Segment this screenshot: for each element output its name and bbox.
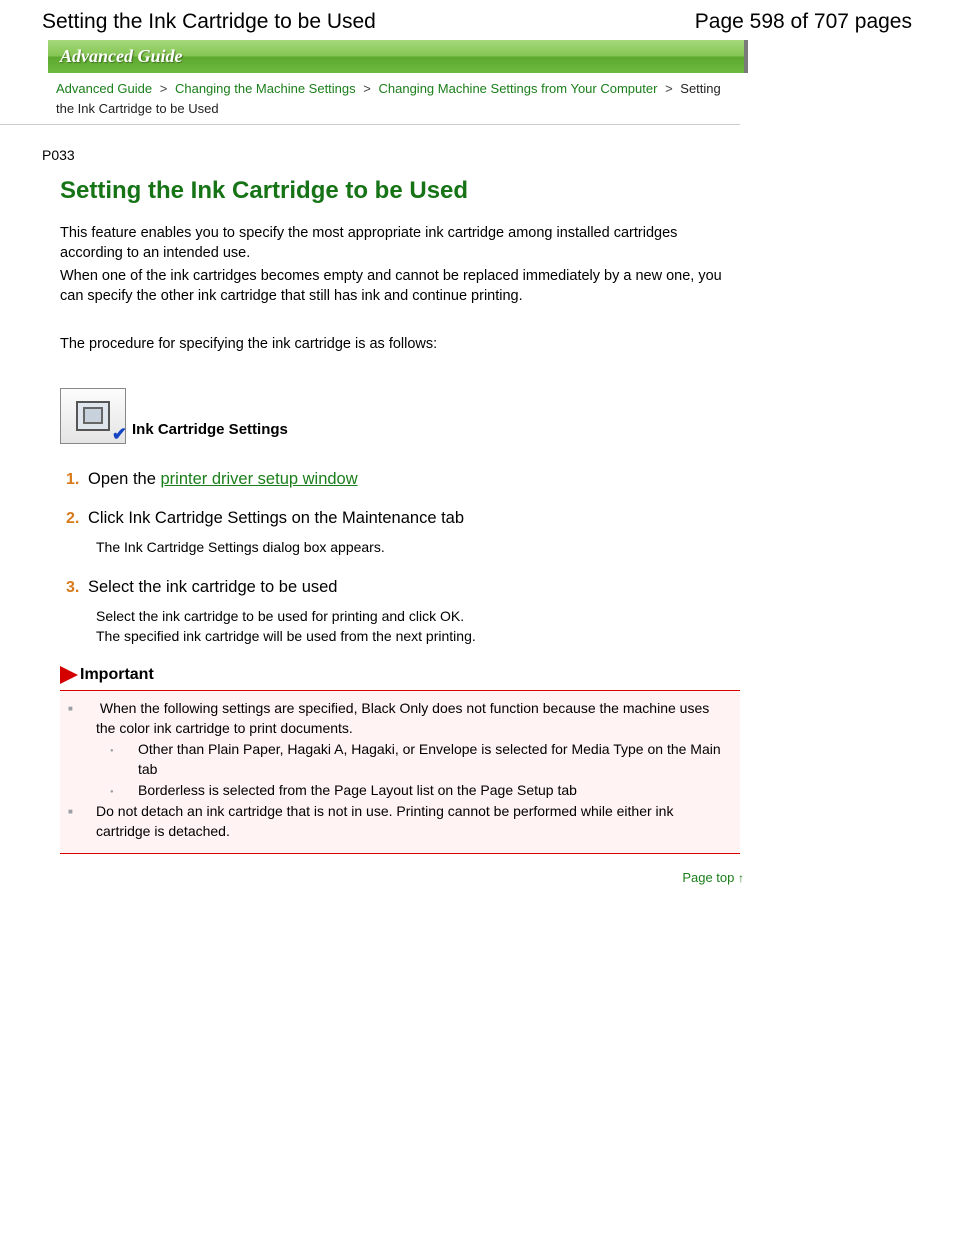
guide-banner-label: Advanced Guide: [60, 46, 182, 67]
intro-paragraph: When one of the ink cartridges becomes e…: [60, 266, 740, 307]
step-title-text: Open the: [88, 470, 160, 488]
step-body: The Ink Cartridge Settings dialog box ap…: [96, 538, 740, 558]
intro-paragraph: The procedure for specifying the ink car…: [60, 334, 740, 354]
up-arrow-icon: ↑: [738, 871, 744, 885]
icon-label: Ink Cartridge Settings: [132, 421, 288, 438]
step-2: 2. Click Ink Cartridge Settings on the M…: [66, 509, 740, 558]
guide-banner: Advanced Guide: [48, 40, 748, 73]
breadcrumb-separator: >: [160, 81, 168, 96]
document-title: Setting the Ink Cartridge to be Used: [42, 10, 376, 34]
page-number: Page 598 of 707 pages: [695, 10, 912, 34]
important-flag-icon: [60, 666, 78, 684]
step-number: 3.: [66, 579, 88, 597]
important-bullet: Do not detach an ink cartridge that is n…: [82, 802, 730, 841]
step-3: 3. Select the ink cartridge to be used S…: [66, 578, 740, 646]
important-box: When the following settings are specifie…: [60, 690, 740, 854]
step-title: Click Ink Cartridge Settings on the Main…: [88, 509, 464, 528]
page-title: Setting the Ink Cartridge to be Used: [60, 177, 740, 205]
breadcrumb-link-from-computer[interactable]: Changing Machine Settings from Your Comp…: [379, 81, 658, 96]
step-body: Select the ink cartridge to be used for …: [96, 607, 740, 646]
breadcrumb-separator: >: [363, 81, 371, 96]
important-label: Important: [80, 666, 154, 684]
breadcrumb-link-machine-settings[interactable]: Changing the Machine Settings: [175, 81, 356, 96]
step-number: 2.: [66, 510, 88, 528]
breadcrumb: Advanced Guide > Changing the Machine Se…: [0, 73, 740, 125]
page-code: P033: [0, 125, 954, 171]
page-top-link[interactable]: Page top ↑: [682, 870, 744, 885]
step-1: 1. Open the printer driver setup window: [66, 470, 740, 489]
step-title: Select the ink cartridge to be used: [88, 578, 337, 597]
important-sub-bullet: Borderless is selected from the Page Lay…: [124, 781, 730, 801]
ink-cartridge-settings-icon: ✔: [60, 388, 126, 444]
printer-driver-setup-link[interactable]: printer driver setup window: [160, 470, 357, 488]
intro-paragraph: This feature enables you to specify the …: [60, 223, 740, 264]
step-number: 1.: [66, 471, 88, 489]
step-title: Open the printer driver setup window: [88, 470, 358, 489]
breadcrumb-link-advanced-guide[interactable]: Advanced Guide: [56, 81, 152, 96]
breadcrumb-separator: >: [665, 81, 673, 96]
page-top-label: Page top: [682, 870, 734, 885]
important-bullet: When the following settings are specifie…: [82, 699, 730, 800]
important-sub-bullet: Other than Plain Paper, Hagaki A, Hagaki…: [124, 740, 730, 779]
